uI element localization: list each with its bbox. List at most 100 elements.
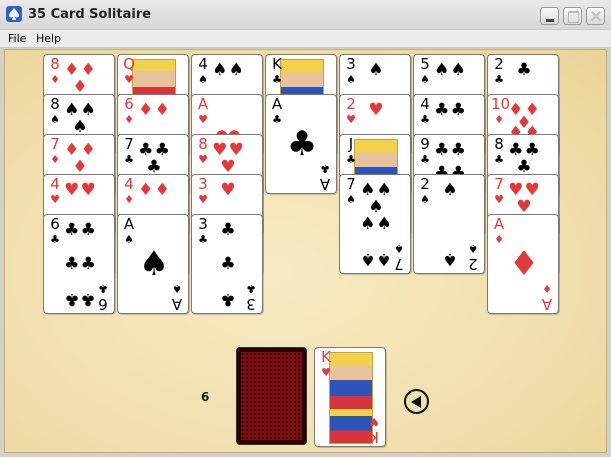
card-rank: 8: [198, 135, 208, 153]
card-index: 4♦: [121, 177, 137, 206]
suit-pip: ♣: [220, 254, 236, 274]
suit-pip: ♦: [154, 179, 170, 200]
card-index: A ♣: [317, 162, 333, 193]
suit-pip: ♠: [360, 214, 376, 234]
tableau-card[interactable]: ♣ A ♣ A ♣: [265, 94, 337, 194]
card-suit: ♥: [346, 113, 356, 126]
tableau-card[interactable]: ♣ ♣ ♣ ♣ ♣ ♣ 6 ♣ 6 ♣: [43, 214, 115, 314]
tableau-card[interactable]: ♠ A ♠ A ♠: [117, 214, 189, 314]
card-rank: 4: [420, 95, 430, 113]
card-rank: 4: [198, 55, 208, 73]
card-suit: ♦: [50, 73, 60, 86]
card-index: 2♣: [491, 57, 507, 86]
suit-pip: ♥: [508, 179, 524, 200]
stock-pile[interactable]: [236, 347, 307, 445]
suit-pip: ♣: [286, 124, 318, 164]
suit-pip: ♥: [228, 139, 244, 160]
card-pips: ♠ ♠: [432, 181, 468, 269]
card-rank: 2: [468, 255, 478, 273]
suit-pip: ♣: [220, 289, 236, 310]
suit-pip: ♦: [138, 179, 154, 200]
card-rank: 6: [98, 295, 108, 313]
card-suit: ♦: [124, 193, 134, 206]
suit-pip: ♦: [80, 59, 96, 80]
suit-pip: ♠: [138, 244, 170, 284]
card-index: 2 ♠: [465, 242, 481, 273]
menu-help[interactable]: Help: [36, 32, 61, 45]
menu-bar: File Help: [0, 30, 611, 48]
card-suit: ♣: [272, 113, 282, 126]
close-button[interactable]: [586, 7, 605, 25]
suit-pip: ♣: [516, 59, 532, 80]
tableau-card[interactable]: ♠ ♠ ♠ ♠ ♠ ♠ ♠ 7 ♠ 7 ♠: [339, 174, 411, 274]
card-index: A ♠: [121, 217, 137, 246]
card-index: 4♣: [417, 95, 433, 126]
suit-pip: ♣: [64, 254, 80, 274]
suit-pip: ♠: [376, 214, 392, 234]
suit-pip: ♣: [80, 219, 96, 240]
card-index: A ♦: [491, 215, 507, 246]
menu-file[interactable]: File: [8, 32, 26, 45]
suit-pip: ♦: [80, 139, 96, 160]
card-index: 4♠: [195, 55, 211, 86]
suit-pip: ♠: [212, 59, 228, 80]
suit-pip: ♠: [376, 179, 392, 200]
card-rank: 9: [420, 135, 430, 153]
card-index: 3 ♣: [243, 282, 259, 313]
card-index: 10♦: [491, 95, 511, 126]
card-suit: ♠: [346, 73, 356, 86]
suit-pip: ♦: [508, 244, 540, 284]
left-arrow-icon[interactable]: [404, 389, 429, 414]
card-suit: ♦: [494, 113, 504, 126]
card-suit: ♠: [420, 193, 430, 206]
card-rank: 8: [494, 135, 504, 153]
waste-card[interactable]: K ♥ K ♥: [314, 347, 386, 447]
suit-pip: ♣: [508, 139, 524, 160]
card-rank: 7: [494, 175, 504, 193]
card-suit: ♦: [494, 233, 504, 246]
tableau-card[interactable]: ♦ A ♦ A ♦: [487, 214, 559, 314]
suit-pip: ♥: [524, 179, 540, 200]
maximize-button[interactable]: [563, 7, 582, 25]
card-suit: ♣: [494, 153, 504, 166]
card-rank: 7: [50, 135, 60, 153]
tableau-card[interactable]: ♣ ♣ ♣ 3 ♣ 3 ♣: [191, 214, 263, 314]
card-rank: K: [321, 348, 331, 366]
card-index: 2 ♠: [417, 175, 433, 206]
card-rank: 2: [420, 175, 430, 193]
card-suit: ♠: [198, 73, 208, 86]
game-table: ♦♦♦♦♦♦♦♦8♦8♦♠♠♠♠♠♠♠♠8♠8♠♦♦♦♦♦♦♦7♦7♦♥♥♥♥4…: [4, 49, 607, 453]
card-suit: ♣: [420, 153, 430, 166]
card-index: 7♥: [491, 175, 507, 206]
card-suit: ♣: [346, 153, 356, 166]
tableau-card[interactable]: ♠ ♠ 2 ♠ 2 ♠: [413, 174, 485, 274]
card-suit: ♥: [494, 193, 504, 206]
card-rank: 10: [491, 95, 511, 113]
suit-pip: ♦: [154, 99, 170, 120]
card-index: K ♥: [366, 415, 382, 446]
card-rank: 7: [124, 135, 134, 153]
card-index: K♣: [269, 57, 285, 86]
card-suit: ♣: [272, 73, 282, 86]
card-index: 7♣: [121, 135, 137, 166]
stock-count: 6: [201, 390, 210, 404]
card-back-pattern: [241, 352, 302, 440]
card-rank: A: [493, 215, 505, 233]
card-suit: ♥: [369, 415, 379, 428]
card-index: K ♥: [318, 348, 334, 379]
suit-pip: ♣: [220, 219, 236, 240]
card-pips: ♦: [506, 227, 542, 303]
card-rank: 5: [420, 55, 430, 73]
card-index: 7 ♠: [391, 242, 407, 273]
suit-pip: ♠: [368, 59, 384, 80]
card-rank: 8: [50, 55, 60, 73]
card-index: 5♠: [417, 55, 433, 86]
suit-pip: ♥: [80, 179, 96, 200]
card-suit: ♥: [198, 193, 208, 206]
card-suit: ♥: [198, 153, 208, 166]
card-rank: 3: [346, 55, 356, 73]
minimize-button[interactable]: [540, 7, 559, 25]
card-rank: 6: [124, 95, 134, 113]
card-rank: A: [319, 175, 331, 193]
card-pips: ♣ ♣ ♣: [210, 221, 246, 309]
